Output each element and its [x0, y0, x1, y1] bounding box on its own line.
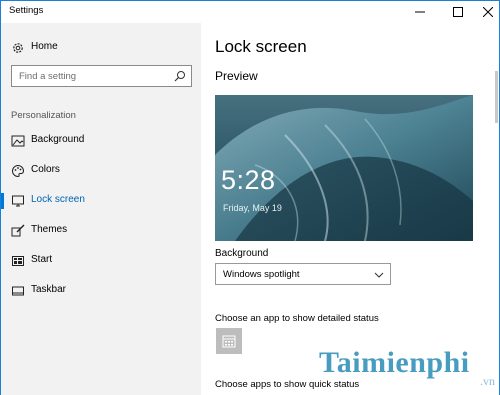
- sidebar: Home Find a setting Personalization Back…: [1, 23, 201, 395]
- lock-screen-preview: 5:28 Friday, May 19: [215, 95, 473, 241]
- search-placeholder: Find a setting: [19, 71, 77, 82]
- sidebar-item-label: Colors: [31, 164, 60, 175]
- background-dropdown[interactable]: Windows spotlight: [215, 263, 391, 285]
- watermark: Taimienphi .vn: [319, 346, 497, 391]
- preview-time: 5:28: [221, 165, 276, 195]
- minimize-button[interactable]: [405, 1, 435, 23]
- close-icon: [483, 7, 493, 17]
- sidebar-item-colors[interactable]: Colors: [1, 160, 201, 182]
- settings-window: Settings Home Find a setting Personaliza…: [0, 0, 500, 395]
- background-label: Background: [215, 248, 269, 259]
- taskbar-icon: [12, 286, 24, 296]
- watermark-domain: .vn: [480, 374, 495, 388]
- gear-icon: [13, 43, 23, 53]
- calendar-icon: [222, 335, 236, 348]
- sidebar-item-themes[interactable]: Themes: [1, 220, 201, 242]
- sidebar-item-background[interactable]: Background: [1, 130, 201, 152]
- background-dropdown-value: Windows spotlight: [223, 269, 300, 280]
- sidebar-item-label: Home: [31, 41, 58, 52]
- content-scrollbar[interactable]: [495, 71, 498, 123]
- sidebar-item-label: Start: [31, 254, 53, 265]
- detailed-status-app-button[interactable]: [216, 328, 242, 354]
- sidebar-item-taskbar[interactable]: Taskbar: [1, 280, 201, 302]
- search-input[interactable]: Find a setting: [11, 65, 192, 87]
- brush-icon: [11, 224, 25, 237]
- sidebar-item-label: Taskbar: [31, 284, 67, 295]
- search-icon[interactable]: [174, 70, 186, 82]
- watermark-text: Taimienphi: [319, 346, 470, 379]
- minimize-icon: [415, 11, 425, 13]
- palette-icon: [12, 164, 25, 178]
- sidebar-item-label: Themes: [31, 224, 68, 235]
- sidebar-item-label: Background: [31, 134, 85, 145]
- preview-heading: Preview: [215, 69, 258, 83]
- page-title: Lock screen: [215, 37, 307, 56]
- chevron-down-icon: [374, 272, 384, 278]
- main-content: Lock screen Preview 5:28 Friday, May 19 …: [201, 23, 499, 395]
- picture-icon: [11, 135, 25, 147]
- sidebar-item-home[interactable]: Home: [1, 37, 201, 59]
- maximize-button[interactable]: [443, 1, 473, 23]
- detailed-status-label: Choose an app to show detailed status: [215, 313, 379, 324]
- sidebar-item-start[interactable]: Start: [1, 250, 201, 272]
- maximize-icon: [453, 7, 463, 17]
- window-title: Settings: [9, 5, 44, 16]
- title-bar: Settings: [1, 1, 499, 23]
- section-label: Personalization: [11, 110, 76, 121]
- monitor-icon: [12, 195, 24, 207]
- sidebar-item-label: Lock screen: [31, 194, 85, 205]
- close-button[interactable]: [473, 1, 500, 23]
- sidebar-item-lock-screen[interactable]: Lock screen: [1, 190, 201, 212]
- preview-date: Friday, May 19: [223, 203, 282, 213]
- start-tiles-icon: [12, 256, 24, 266]
